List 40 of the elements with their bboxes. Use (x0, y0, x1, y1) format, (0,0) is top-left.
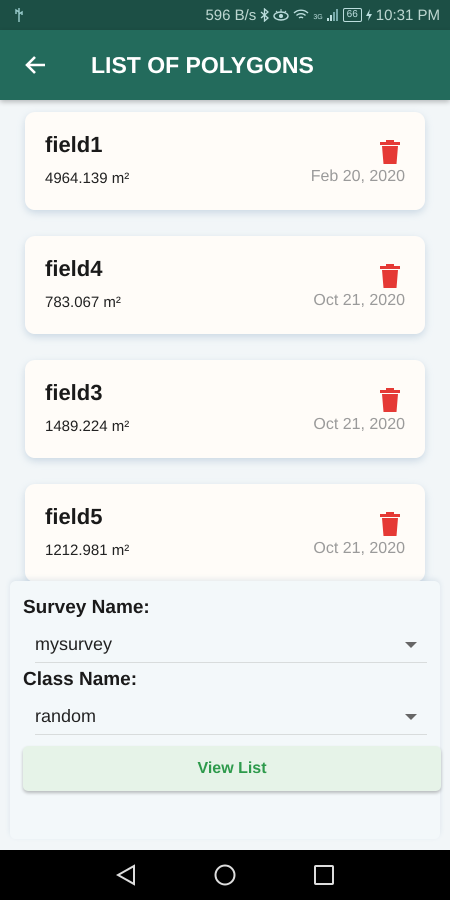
clock: 10:31 PM (376, 6, 440, 24)
field-label: Class Name: (23, 669, 138, 691)
usb-icon (14, 8, 24, 22)
charging-icon (366, 9, 372, 21)
polygon-name: field4 (45, 256, 104, 282)
polygon-area: 783.067 m² (45, 294, 121, 311)
polygon-date: Oct 21, 2020 (313, 416, 405, 434)
recents-nav-icon[interactable] (314, 865, 334, 885)
dropdown-arrow-icon (405, 642, 417, 648)
polygon-card[interactable]: field4 783.067 m² Oct 21, 2020 (25, 236, 425, 334)
network-speed: 596 B/s (205, 6, 256, 24)
delete-icon[interactable] (380, 264, 400, 288)
polygon-area: 1489.224 m² (45, 418, 130, 435)
polygon-card[interactable]: field5 1212.981 m² Oct 21, 2020 (25, 484, 425, 581)
delete-icon[interactable] (380, 512, 400, 536)
polygon-date: Oct 21, 2020 (313, 540, 405, 558)
polygon-area: 1212.981 m² (45, 542, 130, 559)
delete-icon[interactable] (380, 140, 400, 164)
polygon-name: field5 (45, 504, 104, 530)
home-nav-icon[interactable] (214, 864, 236, 886)
bluetooth-icon (260, 8, 270, 22)
field-label: Survey Name: (23, 597, 151, 619)
polygon-date: Oct 21, 2020 (313, 292, 405, 310)
battery-level: 66 (342, 8, 362, 22)
polygon-date: Feb 20, 2020 (310, 168, 405, 186)
back-icon[interactable] (24, 55, 46, 75)
polygon-name: field1 (45, 132, 104, 158)
dropdown-field[interactable]: random (35, 699, 427, 735)
dropdown-field[interactable]: mysurvey (35, 627, 427, 663)
wifi-icon (293, 9, 310, 21)
polygon-card[interactable]: field3 1489.224 m² Oct 21, 2020 (25, 360, 425, 458)
dropdown-arrow-icon (405, 714, 417, 720)
screen-title: LIST OF POLYGONS (91, 52, 314, 78)
polygon-card[interactable]: field1 4964.139 m² Feb 20, 2020 (25, 112, 425, 210)
back-nav-icon[interactable] (116, 864, 136, 886)
polygon-area: 4964.139 m² (45, 170, 130, 187)
eye-icon (273, 9, 290, 21)
delete-icon[interactable] (380, 388, 400, 412)
signal-icon (326, 9, 339, 21)
polygon-name: field3 (45, 380, 104, 406)
